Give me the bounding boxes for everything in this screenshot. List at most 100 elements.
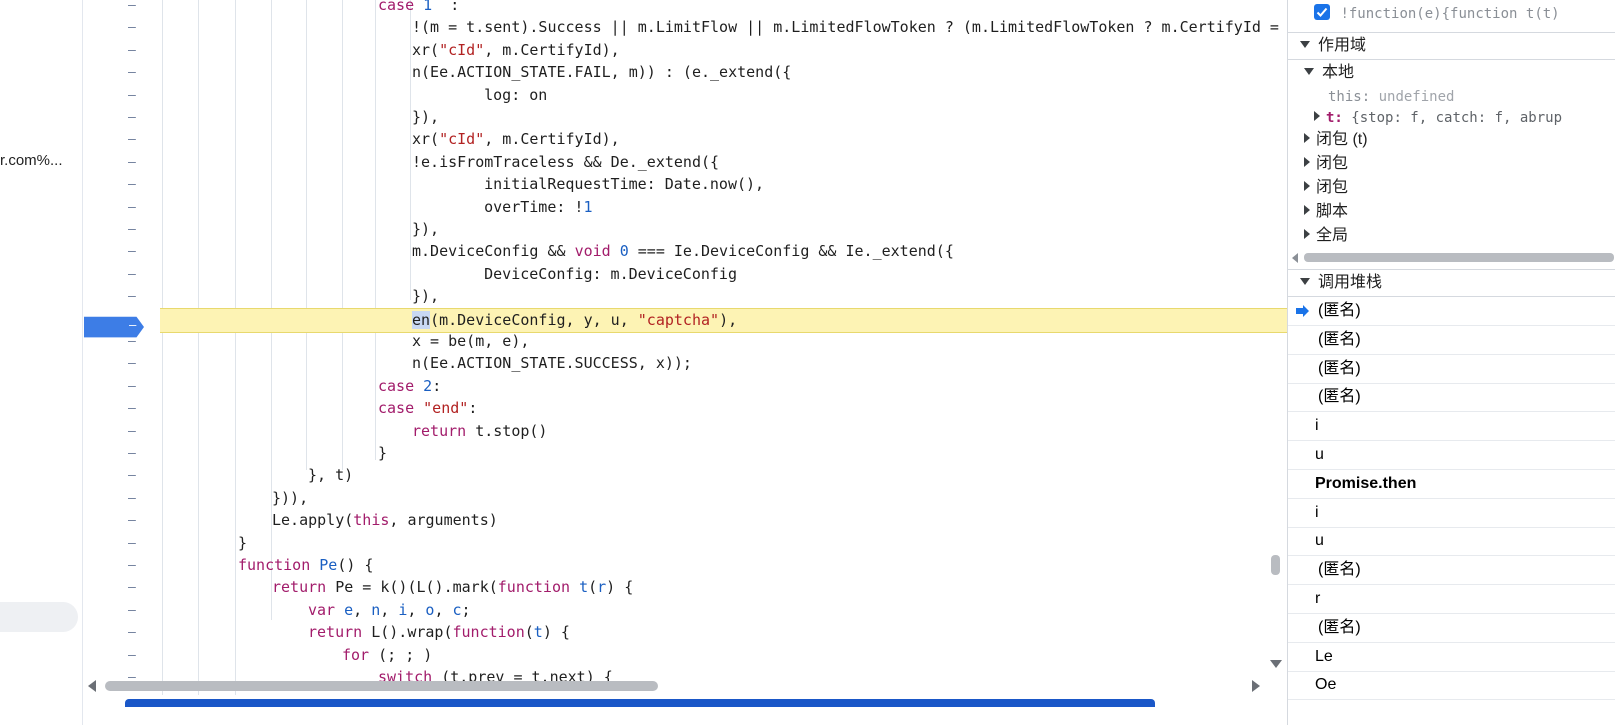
callstack-section-header[interactable]: 调用堆栈 xyxy=(1288,269,1615,297)
code-line[interactable]: case 2: xyxy=(160,375,1310,398)
gutter-line-marker[interactable]: – xyxy=(128,379,138,394)
callstack-frame[interactable]: (匿名) xyxy=(1288,355,1615,384)
gutter-line-marker[interactable]: – xyxy=(128,559,138,573)
gutter-line-marker[interactable]: – xyxy=(128,21,138,35)
watch-expression-row[interactable]: !function(e){function t(t) xyxy=(1288,3,1615,25)
code-line[interactable]: }, t) xyxy=(160,464,1310,487)
code-line[interactable]: overTime: !1 xyxy=(160,196,1310,219)
scope-section-header[interactable]: 作用域 xyxy=(1288,32,1615,60)
callstack-frame[interactable]: (匿名) xyxy=(1288,614,1615,643)
gutter-line-marker[interactable]: – xyxy=(128,357,138,371)
code-line[interactable]: }), xyxy=(160,106,1310,129)
gutter-line-marker[interactable]: – xyxy=(128,66,138,80)
callstack-frame[interactable]: r xyxy=(1288,585,1615,614)
gutter-line-marker[interactable]: – xyxy=(128,402,138,416)
paused-line[interactable]: en(m.DeviceConfig, y, u, "captcha"), xyxy=(160,307,1310,333)
checkbox-checked-icon[interactable] xyxy=(1314,4,1330,21)
code-line[interactable]: Le.apply(this, arguments) xyxy=(160,509,1310,532)
gutter-line-marker[interactable]: – xyxy=(128,514,138,528)
code-line[interactable]: n(Ee.ACTION_STATE.SUCCESS, x)); xyxy=(160,352,1310,375)
code-line[interactable]: xr("cId", m.CertifyId), xyxy=(160,128,1310,151)
callstack-frame[interactable]: u xyxy=(1288,527,1615,557)
scope-script[interactable]: 脚本 xyxy=(1288,201,1615,223)
code-line[interactable]: !(m = t.sent).Success || m.LimitFlow || … xyxy=(160,16,1310,39)
callstack-frame[interactable]: Oe xyxy=(1288,671,1615,701)
callstack-frame[interactable]: i xyxy=(1288,412,1615,442)
scope-t-row[interactable]: t: {stop: f, catch: f, abrup xyxy=(1288,108,1615,128)
code-line[interactable]: initialRequestTime: Date.now(), xyxy=(160,173,1310,196)
scroll-right-icon[interactable] xyxy=(1252,680,1260,692)
scroll-down-icon[interactable] xyxy=(1270,660,1282,668)
code-line[interactable]: x = be(m, e), xyxy=(160,330,1310,353)
callstack-frame[interactable]: u xyxy=(1288,441,1615,470)
callstack-frame[interactable]: (匿名) xyxy=(1288,556,1615,586)
gutter-line-marker[interactable]: – xyxy=(128,447,138,461)
gutter-line-marker[interactable]: – xyxy=(128,626,138,640)
gutter-line-marker[interactable]: – xyxy=(128,581,138,595)
code-token: n xyxy=(371,600,381,619)
gutter-line-marker[interactable]: – xyxy=(128,424,138,439)
code-line[interactable]: function Pe() { xyxy=(160,554,1310,577)
gutter-line-marker[interactable]: – xyxy=(128,536,138,551)
gutter-line-marker[interactable]: – xyxy=(128,245,138,259)
code-line[interactable]: DeviceConfig: m.DeviceConfig xyxy=(160,263,1310,286)
code-token: xr( xyxy=(412,40,440,59)
scope-closure-2[interactable]: 闭包 xyxy=(1288,177,1615,199)
breakpoint-marker[interactable]: – xyxy=(84,316,144,338)
left-search-pill[interactable] xyxy=(0,602,78,632)
code-line[interactable]: n(Ee.ACTION_STATE.FAIL, m)) : (e._extend… xyxy=(160,61,1310,84)
callstack-frame[interactable]: Le xyxy=(1288,643,1615,672)
gutter-line-marker[interactable]: – xyxy=(128,603,138,618)
callstack-frame[interactable]: Promise.then xyxy=(1288,470,1615,499)
code-line[interactable]: }), xyxy=(160,285,1310,308)
gutter-line-marker[interactable]: – xyxy=(128,223,138,237)
gutter-line-marker[interactable]: – xyxy=(128,648,138,663)
code-line[interactable]: case 1 : xyxy=(160,0,1310,17)
gutter-line-marker[interactable]: – xyxy=(128,88,138,103)
gutter-line-marker[interactable]: – xyxy=(128,111,138,125)
code-line[interactable]: }), xyxy=(160,218,1310,241)
gutter-line-marker[interactable]: – xyxy=(128,43,138,58)
gutter-line-marker[interactable]: – xyxy=(128,178,138,192)
code-line[interactable]: case "end": xyxy=(160,397,1310,420)
callstack-frame[interactable]: (匿名) xyxy=(1288,326,1615,355)
code-line[interactable]: } xyxy=(160,442,1310,465)
scope-scroll-thumb[interactable] xyxy=(1304,253,1614,262)
gutter-line-marker[interactable]: – xyxy=(128,469,138,483)
gutter-line-marker[interactable]: – xyxy=(128,290,138,304)
gutter-line-marker[interactable]: – xyxy=(128,0,138,13)
scroll-left-icon[interactable] xyxy=(88,680,96,692)
horizontal-scrollbar[interactable] xyxy=(82,676,1272,694)
scope-closure-t[interactable]: 闭包 (t) xyxy=(1288,129,1615,151)
gutter-line-marker[interactable]: – xyxy=(128,200,138,215)
left-url-fragment[interactable]: r.com%... xyxy=(0,152,63,169)
code-line[interactable]: var e, n, i, o, c; xyxy=(160,599,1310,622)
gutter-line-marker[interactable]: – xyxy=(128,267,138,282)
code-line[interactable]: return L().wrap(function(t) { xyxy=(160,621,1310,644)
line-number-gutter[interactable]: – – – – – – – – – – – – – – – – – – – – – – – – – – – – – – xyxy=(82,0,160,695)
gutter-line-marker[interactable]: – xyxy=(128,155,138,170)
horizontal-scroll-thumb[interactable] xyxy=(105,681,658,691)
source-code-view[interactable]: case 1 : !(m = t.sent).Success || m.Limit… xyxy=(160,0,1310,695)
vertical-scroll-thumb[interactable] xyxy=(1271,555,1280,575)
scope-this-row[interactable]: this: undefined xyxy=(1288,87,1615,107)
code-line[interactable]: log: on xyxy=(160,84,1310,107)
code-line[interactable]: return t.stop() xyxy=(160,420,1310,443)
scope-hscroll[interactable] xyxy=(1288,250,1615,264)
code-line[interactable]: m.DeviceConfig && void 0 === Ie.DeviceCo… xyxy=(160,240,1310,263)
scope-closure-1[interactable]: 闭包 xyxy=(1288,153,1615,175)
callstack-frame[interactable]: (匿名) xyxy=(1288,297,1615,326)
scope-local[interactable]: 本地 xyxy=(1288,62,1615,84)
code-line[interactable]: !e.isFromTraceless && De._extend({ xyxy=(160,151,1310,174)
code-line[interactable]: } xyxy=(160,532,1310,555)
callstack-frame[interactable]: (匿名) xyxy=(1288,383,1615,413)
code-line[interactable]: for (; ; ) xyxy=(160,644,1310,667)
callstack-frame[interactable]: i xyxy=(1288,499,1615,528)
code-line[interactable]: })), xyxy=(160,487,1310,510)
code-line[interactable]: return Pe = k()(L().mark(function t(r) { xyxy=(160,576,1310,599)
scroll-left-icon[interactable] xyxy=(1292,253,1298,263)
gutter-line-marker[interactable]: – xyxy=(128,491,138,506)
scope-global[interactable]: 全局 xyxy=(1288,225,1615,247)
gutter-line-marker[interactable]: – xyxy=(128,133,138,147)
code-line[interactable]: xr("cId", m.CertifyId), xyxy=(160,39,1310,62)
